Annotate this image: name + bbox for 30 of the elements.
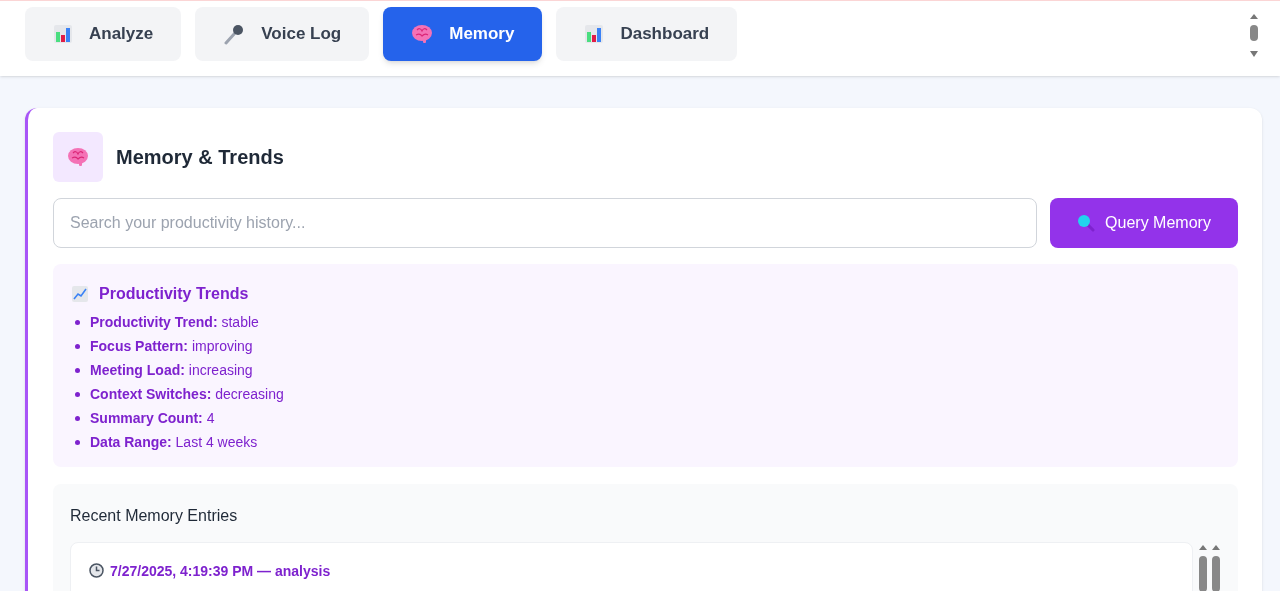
trends-title: Productivity Trends — [99, 284, 249, 304]
bullet-icon — [75, 320, 80, 325]
bar-chart-icon — [53, 24, 73, 44]
section-title: Memory & Trends — [116, 145, 284, 170]
microphone-icon — [223, 23, 246, 45]
bullet-icon — [75, 440, 80, 445]
clock-icon — [89, 563, 104, 578]
bullet-icon — [75, 344, 80, 349]
bullet-icon — [75, 416, 80, 421]
brain-icon — [67, 147, 89, 167]
brain-icon — [411, 24, 434, 44]
entry-header: 7/27/2025, 4:19:39 PM — analysis — [110, 562, 331, 581]
trend-item: Productivity Trend: stable — [90, 313, 259, 332]
trend-item: Summary Count: 4 — [90, 409, 215, 428]
trend-item: Data Range: Last 4 weeks — [90, 433, 258, 452]
magnifier-icon — [1077, 214, 1096, 232]
bullet-icon — [75, 392, 80, 397]
trend-item: Context Switches: decreasing — [90, 385, 284, 404]
recent-title: Recent Memory Entries — [70, 506, 239, 526]
search-field[interactable]: Search your productivity history... — [53, 198, 1037, 248]
line-chart-icon — [71, 285, 89, 303]
bar-chart-icon — [584, 24, 605, 44]
bullet-icon — [75, 368, 80, 373]
tab[interactable]: Voice Log — [195, 7, 370, 61]
query-memory-button[interactable]: Query Memory — [1050, 198, 1238, 248]
trend-item: Meeting Load: increasing — [90, 361, 253, 380]
tab[interactable]: Analyze — [25, 7, 182, 61]
tab[interactable]: Memory — [383, 7, 543, 61]
trend-item: Focus Pattern: improving — [90, 337, 253, 356]
tab[interactable]: Dashboard — [556, 7, 738, 61]
